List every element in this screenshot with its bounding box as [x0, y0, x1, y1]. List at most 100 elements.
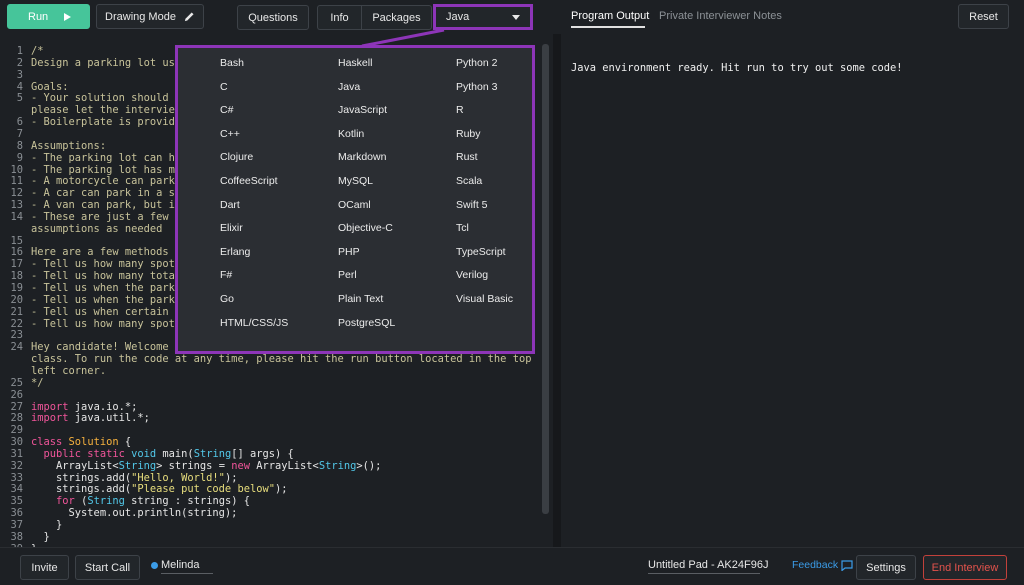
pane-divider[interactable] [553, 34, 561, 547]
language-option[interactable]: PHP [338, 246, 360, 258]
code-text: - Tell us when certain [31, 306, 175, 318]
tab-interviewer-notes[interactable]: Private Interviewer Notes [659, 10, 782, 22]
line-number: 36 [10, 507, 23, 520]
run-button[interactable]: Run [7, 4, 90, 29]
language-option[interactable]: Markdown [338, 151, 386, 163]
invite-button[interactable]: Invite [20, 555, 69, 580]
code-text: Assumptions: [31, 140, 106, 152]
language-option[interactable]: C [220, 81, 228, 93]
language-option[interactable]: Bash [220, 57, 244, 69]
language-option[interactable]: Kotlin [338, 128, 364, 140]
line-number: 8 [16, 139, 23, 152]
packages-button[interactable]: Packages [361, 5, 432, 30]
language-option[interactable]: Clojure [220, 151, 253, 163]
line-number: 27 [10, 400, 23, 413]
language-option[interactable]: PostgreSQL [338, 317, 395, 329]
language-option[interactable]: Erlang [220, 246, 250, 258]
code-text: - The parking lot has m [31, 164, 175, 176]
language-option[interactable]: F# [220, 269, 232, 281]
language-option[interactable]: Go [220, 293, 234, 305]
code-token: - Tell us how many spot [31, 317, 175, 330]
language-option[interactable]: Java [338, 81, 360, 93]
start-call-button[interactable]: Start Call [75, 555, 140, 580]
language-option[interactable]: R [456, 104, 464, 116]
user-name-field[interactable]: Melinda [161, 559, 200, 571]
language-option[interactable]: OCaml [338, 199, 371, 211]
language-option[interactable]: TypeScript [456, 246, 506, 258]
code-token: > strings = [156, 459, 232, 472]
line-number: 17 [10, 258, 23, 271]
code-text: - A van can park, but i [31, 199, 175, 211]
language-option[interactable]: MySQL [338, 175, 373, 187]
code-token: for [56, 495, 75, 508]
code-token: ArrayList< [250, 459, 319, 472]
tab-program-output[interactable]: Program Output [571, 10, 649, 22]
line-number: 37 [10, 519, 23, 531]
language-select[interactable]: Java [433, 4, 533, 30]
line-number: 29 [10, 424, 23, 437]
language-option[interactable]: Perl [338, 269, 357, 281]
code-text: import java.util.*; [31, 412, 150, 424]
code-token: System.out.println(string); [31, 507, 238, 520]
code-text: System.out.println(string); [31, 507, 238, 520]
line-number: 9 [16, 151, 23, 164]
language-option[interactable]: Ruby [456, 128, 481, 140]
editor-scrollbar[interactable] [542, 44, 549, 514]
language-option[interactable]: C# [220, 104, 233, 116]
feedback-link[interactable]: Feedback [792, 559, 853, 571]
language-option[interactable]: Python 2 [456, 57, 497, 69]
code-text: - A motorcycle can park [31, 175, 175, 187]
language-option[interactable]: C++ [220, 128, 240, 140]
reset-button[interactable]: Reset [958, 4, 1009, 29]
code-token: please let the intervie [31, 104, 175, 117]
language-option[interactable]: Verilog [456, 269, 488, 281]
line-number: 2 [16, 56, 23, 69]
language-option[interactable]: Haskell [338, 57, 372, 69]
language-option[interactable]: Dart [220, 199, 240, 211]
language-option[interactable]: Objective-C [338, 222, 393, 234]
code-token: main( [156, 447, 194, 460]
code-token: java.util.*; [68, 412, 150, 425]
code-token: import [31, 412, 69, 425]
language-option[interactable]: CoffeeScript [220, 175, 278, 187]
questions-button[interactable]: Questions [237, 5, 309, 30]
code-text: public static void main(String[] args) { [31, 448, 294, 460]
language-option[interactable]: HTML/CSS/JS [220, 317, 288, 329]
code-text: } [31, 531, 50, 543]
end-interview-button[interactable]: End Interview [923, 555, 1007, 580]
drawing-mode-button[interactable]: Drawing Mode [96, 4, 204, 29]
info-button[interactable]: Info [317, 5, 361, 30]
line-number: 1 [16, 45, 23, 57]
language-option[interactable]: Scala [456, 175, 482, 187]
language-option[interactable]: Visual Basic [456, 293, 513, 305]
line-number: 3 [16, 68, 23, 81]
language-option[interactable]: Python 3 [456, 81, 497, 93]
line-number: 7 [16, 127, 23, 140]
pad-title-field[interactable]: Untitled Pad - AK24F96J [648, 559, 768, 571]
language-option[interactable]: Tcl [456, 222, 469, 234]
code-token: - Tell us how many tota [31, 270, 175, 283]
code-text: } [31, 519, 62, 531]
language-option[interactable]: JavaScript [338, 104, 387, 116]
settings-button[interactable]: Settings [856, 555, 916, 580]
code-token: Design a parking lot us [31, 56, 175, 69]
code-text: Design a parking lot us [31, 57, 175, 69]
code-token: - Tell us when certain [31, 305, 175, 318]
code-token: >(); [356, 459, 382, 472]
line-number: 6 [16, 116, 23, 129]
line-number: 11 [10, 175, 23, 188]
language-option[interactable]: Plain Text [338, 293, 383, 305]
language-option[interactable]: Swift 5 [456, 199, 488, 211]
line-number: 15 [10, 234, 23, 247]
code-text: for (String string : strings) { [31, 495, 250, 507]
line-number: 25 [10, 376, 23, 389]
code-token: assumptions as needed [31, 222, 163, 235]
code-token: } [31, 519, 63, 531]
drawing-mode-label: Drawing Mode [105, 10, 176, 23]
line-number: 34 [10, 483, 23, 496]
code-text: - Tell us when the park [31, 282, 175, 294]
language-option[interactable]: Elixir [220, 222, 243, 234]
language-option[interactable]: Rust [456, 151, 478, 163]
code-text: - Boilerplate is provid [31, 116, 175, 128]
code-text: strings.add("Hello, World!"); [31, 472, 237, 484]
